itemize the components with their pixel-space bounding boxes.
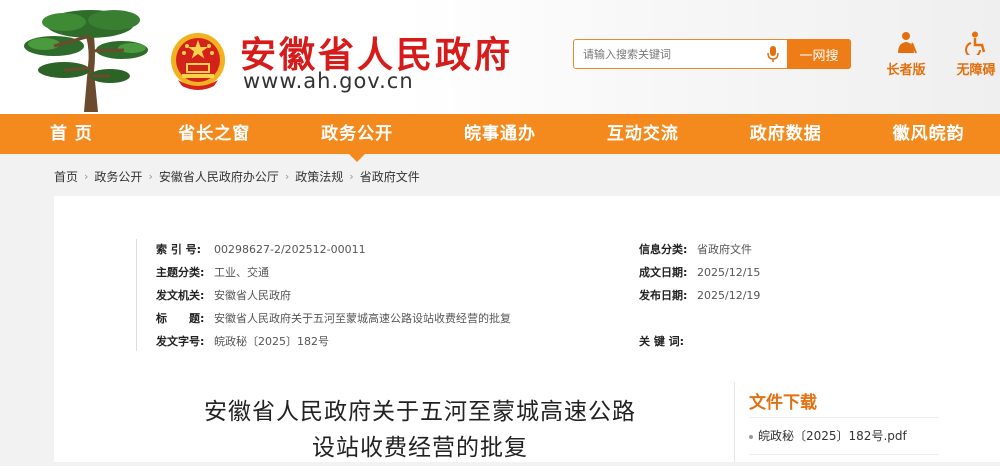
meta-published: 发布日期: 2025/12/19 [639,287,760,303]
meta-topic: 主题分类: 工业、交通 [156,264,269,280]
breadcrumb-policy[interactable]: 政策法规 [295,168,343,185]
welcoming-pine-logo-icon [24,10,148,112]
meta-created-label: 成文日期: [639,266,688,279]
search-input[interactable] [574,40,774,68]
meta-keywords-label: 关 键 词: [639,335,685,348]
meta-title: 标 题: 安徽省人民政府关于五河至蒙城高速公路设站收费经营的批复 [156,310,511,326]
meta-published-label: 发布日期: [639,289,688,302]
meta-topic-value: 工业、交通 [214,266,269,279]
document-meta: 索 引 号: 00298627-2/202512-00011 信息分类: 省政府文件… [136,239,760,351]
article-title-line2: 设站收费经营的批复 [312,435,528,461]
meta-docno-label: 发文字号: [156,335,205,348]
elder-mode-link[interactable]: 长者版 [876,31,936,78]
meta-issuer-label: 发文机关: [156,289,205,302]
chevron-right-icon: › [349,169,354,183]
chevron-right-icon: › [84,169,89,183]
main-nav: 首 页 省长之窗 政务公开 皖事通办 互动交流 政府数据 徽风皖韵 [0,114,1000,162]
meta-published-value: 2025/12/19 [697,289,761,302]
microphone-icon[interactable] [766,45,780,63]
download-link[interactable]: 皖政秘〔2025〕182号.pdf [749,427,907,444]
nav-item-home[interactable]: 首 页 [0,114,143,154]
accessibility-label: 无障碍 [956,63,996,78]
breadcrumb-office[interactable]: 安徽省人民政府办公厅 [159,168,279,185]
downloads-panel: 文件下载 皖政秘〔2025〕182号.pdf [734,382,950,462]
accessibility-icon [965,31,986,55]
download-link-label: 皖政秘〔2025〕182号.pdf [758,429,907,443]
nav-item-interaction[interactable]: 互动交流 [571,114,714,154]
breadcrumb-home[interactable]: 首页 [54,168,78,185]
downloads-title: 文件下载 [749,393,817,413]
meta-index: 索 引 号: 00298627-2/202512-00011 [156,241,366,257]
meta-topic-label: 主题分类: [156,266,205,279]
meta-issuer-value: 安徽省人民政府 [214,289,291,302]
nav-item-culture[interactable]: 徽风皖韵 [857,114,1000,154]
nav-item-governor[interactable]: 省长之窗 [143,114,286,154]
chevron-right-icon: › [284,169,290,183]
article-title: 安徽省人民政府关于五河至蒙城高速公路 设站收费经营的批复 [150,394,690,466]
meta-index-label: 索 引 号: [156,243,202,256]
site-url: www.ah.gov.cn [243,69,414,93]
breadcrumb-docs[interactable]: 省政府文件 [360,168,420,185]
meta-docno-value: 皖政秘〔2025〕182号 [214,335,329,348]
meta-index-value: 00298627-2/202512-00011 [214,243,366,256]
meta-category-label: 信息分类: [639,243,688,256]
meta-category: 信息分类: 省政府文件 [639,241,752,257]
nav-item-gov-data[interactable]: 政府数据 [714,114,857,154]
nav-item-open-gov[interactable]: 政务公开 [286,114,429,162]
breadcrumb: 首页 › 政务公开 › 安徽省人民政府办公厅 › 政策法规 › 省政府文件 [54,166,420,186]
article-title-line1: 安徽省人民政府关于五河至蒙城高速公路 [204,399,636,425]
search-box: 一网搜 [573,39,851,69]
search-button[interactable]: 一网搜 [787,39,851,69]
accessibility-link[interactable]: 无障碍 [946,31,1000,78]
bullet-icon [749,434,753,439]
divider [749,454,939,455]
meta-title-label: 标 题: [156,312,205,325]
meta-title-value: 安徽省人民政府关于五河至蒙城高速公路设站收费经营的批复 [214,312,511,325]
breadcrumb-open-gov[interactable]: 政务公开 [94,168,142,185]
national-emblem-icon [171,33,225,90]
meta-category-value: 省政府文件 [697,243,752,256]
site-header: 安徽省人民政府 www.ah.gov.cn 一网搜 长者版 无障碍 [0,0,1000,114]
elder-icon [898,32,917,54]
meta-docno: 发文字号: 皖政秘〔2025〕182号 [156,333,329,349]
meta-issuer: 发文机关: 安徽省人民政府 [156,287,291,303]
elder-mode-label: 长者版 [886,63,926,78]
chevron-right-icon: › [148,169,153,183]
meta-created: 成文日期: 2025/12/15 [639,264,760,280]
divider [749,417,939,418]
meta-created-value: 2025/12/15 [697,266,761,279]
nav-item-services[interactable]: 皖事通办 [429,114,572,154]
meta-keywords: 关 键 词: [639,333,697,349]
